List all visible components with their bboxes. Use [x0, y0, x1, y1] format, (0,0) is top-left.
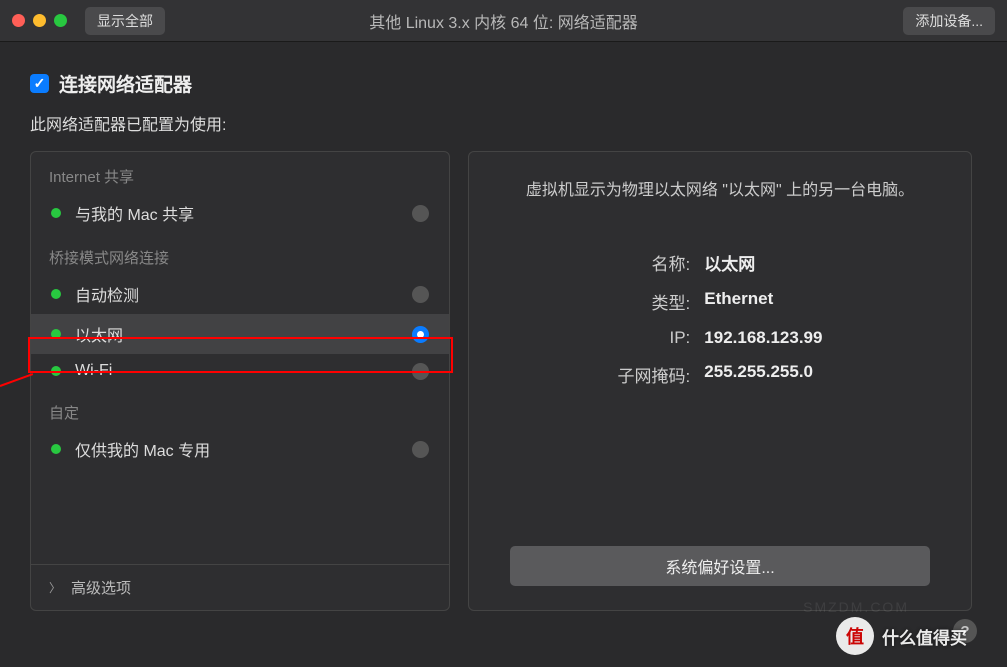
radio-button[interactable] — [412, 326, 429, 343]
status-dot-icon — [51, 208, 61, 218]
add-device-button[interactable]: 添加设备... — [903, 7, 995, 35]
option-label: Wi-Fi — [75, 362, 398, 380]
status-dot-icon — [51, 444, 61, 454]
panels: Internet 共享 与我的 Mac 共享 桥接模式网络连接 自动检测 以太网… — [30, 151, 977, 611]
radio-button[interactable] — [412, 205, 429, 222]
section-header-internet-sharing: Internet 共享 — [31, 152, 449, 193]
titlebar: 显示全部 其他 Linux 3.x 内核 64 位: 网络适配器 添加设备... — [0, 0, 1007, 42]
subtitle: 此网络适配器已配置为使用: — [30, 111, 977, 135]
option-label: 以太网 — [75, 322, 398, 346]
option-label: 自动检测 — [75, 282, 398, 306]
detail-type-value: Ethernet — [704, 289, 822, 314]
status-dot-icon — [51, 366, 61, 376]
option-ethernet[interactable]: 以太网 — [31, 314, 449, 354]
radio-button[interactable] — [412, 441, 429, 458]
radio-button[interactable] — [412, 363, 429, 380]
window-title: 其他 Linux 3.x 内核 64 位: 网络适配器 — [369, 9, 638, 33]
show-all-button[interactable]: 显示全部 — [85, 7, 165, 35]
section-header-bridged: 桥接模式网络连接 — [31, 233, 449, 274]
watermark-text: 什么值得买 — [882, 624, 967, 649]
detail-mask-value: 255.255.255.0 — [704, 362, 822, 387]
advanced-label: 高级选项 — [71, 577, 131, 598]
minimize-window-button[interactable] — [33, 14, 46, 27]
system-preferences-button[interactable]: 系统偏好设置... — [510, 546, 930, 586]
maximize-window-button[interactable] — [54, 14, 67, 27]
option-autodetect[interactable]: 自动检测 — [31, 274, 449, 314]
advanced-options-toggle[interactable]: 〉 高级选项 — [31, 564, 449, 610]
details-panel: 虚拟机显示为物理以太网络 "以太网" 上的另一台电脑。 名称: 以太网 类型: … — [468, 151, 972, 611]
radio-button[interactable] — [412, 286, 429, 303]
description-text: 虚拟机显示为物理以太网络 "以太网" 上的另一台电脑。 — [516, 176, 924, 200]
detail-name-value: 以太网 — [704, 250, 822, 275]
details-table: 名称: 以太网 类型: Ethernet IP: 192.168.123.99 … — [618, 250, 823, 387]
option-share-with-mac[interactable]: 与我的 Mac 共享 — [31, 193, 449, 233]
connect-adapter-checkbox[interactable]: ✓ — [30, 74, 49, 93]
chevron-right-icon: 〉 — [49, 579, 61, 596]
detail-ip-value: 192.168.123.99 — [704, 328, 822, 348]
status-dot-icon — [51, 329, 61, 339]
detail-mask-label: 子网掩码: — [618, 362, 691, 387]
watermark: 值 什么值得买 — [836, 617, 967, 655]
option-label: 与我的 Mac 共享 — [75, 201, 398, 225]
watermark-faint: SMZDM.COM — [803, 599, 909, 615]
content-area: ✓ 连接网络适配器 此网络适配器已配置为使用: Internet 共享 与我的 … — [0, 42, 1007, 631]
detail-type-label: 类型: — [618, 289, 691, 314]
watermark-icon: 值 — [836, 617, 874, 655]
status-dot-icon — [51, 289, 61, 299]
network-options-panel: Internet 共享 与我的 Mac 共享 桥接模式网络连接 自动检测 以太网… — [30, 151, 450, 611]
section-header-custom: 自定 — [31, 388, 449, 429]
header-row: ✓ 连接网络适配器 — [30, 70, 977, 97]
traffic-lights — [12, 14, 67, 27]
detail-name-label: 名称: — [618, 250, 691, 275]
detail-ip-label: IP: — [618, 328, 691, 348]
option-wifi[interactable]: Wi-Fi — [31, 354, 449, 388]
option-label: 仅供我的 Mac 专用 — [75, 437, 398, 461]
option-private-to-mac[interactable]: 仅供我的 Mac 专用 — [31, 429, 449, 469]
header-title: 连接网络适配器 — [59, 70, 192, 97]
close-window-button[interactable] — [12, 14, 25, 27]
